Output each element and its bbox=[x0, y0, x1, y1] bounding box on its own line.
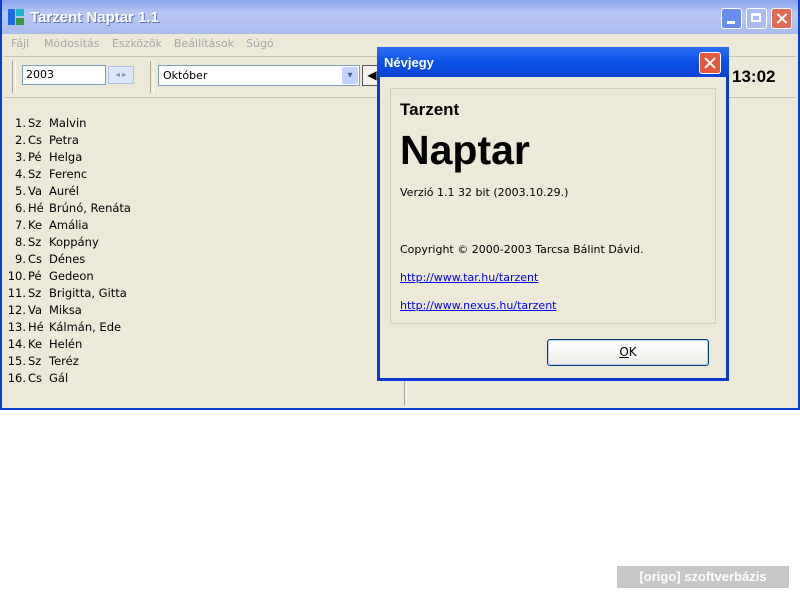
menu-help[interactable]: Súgó bbox=[246, 37, 274, 50]
name-day-list: 1. Sz Malvin 2. Cs Petra 3. Pé Helga 4. Sz Feren… bbox=[4, 98, 405, 406]
main-titlebar[interactable]: Tarzent Naptar 1.1 bbox=[2, 0, 798, 34]
dialog-close-button[interactable] bbox=[699, 52, 721, 74]
homepage-link-nexus[interactable]: http://www.nexus.hu/tarzent bbox=[400, 299, 556, 312]
chevron-down-icon[interactable]: ▾ bbox=[342, 67, 358, 84]
watermark: [origo] szoftverbázis bbox=[617, 566, 789, 588]
product-name: Naptar bbox=[400, 127, 530, 173]
month-select-value: Október bbox=[163, 69, 208, 82]
list-item[interactable]: 1. Sz Malvin bbox=[4, 115, 394, 132]
window-title: Tarzent Naptar 1.1 bbox=[30, 9, 159, 26]
homepage-link-tar[interactable]: http://www.tar.hu/tarzent bbox=[400, 271, 538, 284]
menu-settings[interactable]: Beállítások bbox=[174, 37, 234, 50]
list-item[interactable]: 6. Hé Brúnó, Renáta bbox=[4, 200, 394, 217]
maximize-button[interactable] bbox=[746, 8, 767, 29]
menu-edit[interactable]: Módosítás bbox=[44, 37, 100, 50]
list-item[interactable]: 12. Va Miksa bbox=[4, 302, 394, 319]
copyright-text: Copyright © 2000-2003 Tarcsa Bálint Dávi… bbox=[400, 243, 644, 256]
dialog-title: Névjegy bbox=[384, 55, 434, 70]
about-dialog: Névjegy Tarzent Naptar Verzió 1.1 32 bit… bbox=[377, 47, 729, 381]
list-item[interactable]: 5. Va Aurél bbox=[4, 183, 394, 200]
app-icon[interactable] bbox=[8, 9, 24, 25]
clock: 13:02 bbox=[732, 67, 776, 86]
brand-name: Tarzent bbox=[400, 100, 460, 119]
list-item[interactable]: 9. Cs Dénes bbox=[4, 251, 394, 268]
close-button[interactable] bbox=[771, 8, 792, 29]
list-item[interactable]: 7. Ke Amália bbox=[4, 217, 394, 234]
about-info-group: Tarzent Naptar Verzió 1.1 32 bit (2003.1… bbox=[390, 88, 716, 324]
ok-label-rest: K bbox=[628, 345, 637, 359]
list-item[interactable]: 10. Pé Gedeon bbox=[4, 268, 394, 285]
list-item[interactable]: 13. Hé Kálmán, Ede bbox=[4, 319, 394, 336]
menu-file[interactable]: Fájl bbox=[11, 37, 29, 50]
list-item[interactable]: 11. Sz Brigitta, Gitta bbox=[4, 285, 394, 302]
list-item[interactable]: 16. Cs Gál bbox=[4, 370, 394, 387]
month-select[interactable]: Október ▾ bbox=[158, 65, 360, 86]
year-spin-button[interactable]: ◂ ▸ bbox=[108, 66, 134, 84]
dialog-titlebar[interactable]: Névjegy bbox=[377, 47, 729, 77]
minimize-button[interactable] bbox=[721, 8, 742, 29]
toolbar-separator bbox=[150, 61, 154, 93]
menu-tools[interactable]: Eszközök bbox=[112, 37, 162, 50]
ok-button[interactable]: OK bbox=[547, 339, 709, 366]
list-item[interactable]: 14. Ke Helén bbox=[4, 336, 394, 353]
version-text: Verzió 1.1 32 bit (2003.10.29.) bbox=[400, 186, 569, 199]
year-input[interactable]: 2003 bbox=[22, 65, 106, 85]
list-item[interactable]: 3. Pé Helga bbox=[4, 149, 394, 166]
dialog-body: Tarzent Naptar Verzió 1.1 32 bit (2003.1… bbox=[380, 77, 726, 378]
list-item[interactable]: 15. Sz Teréz bbox=[4, 353, 394, 370]
list-item[interactable]: 8. Sz Koppány bbox=[4, 234, 394, 251]
toolbar-separator bbox=[12, 61, 16, 93]
list-item[interactable]: 2. Cs Petra bbox=[4, 132, 394, 149]
ok-label-mnemonic: O bbox=[619, 345, 629, 359]
list-item[interactable]: 4. Sz Ferenc bbox=[4, 166, 394, 183]
